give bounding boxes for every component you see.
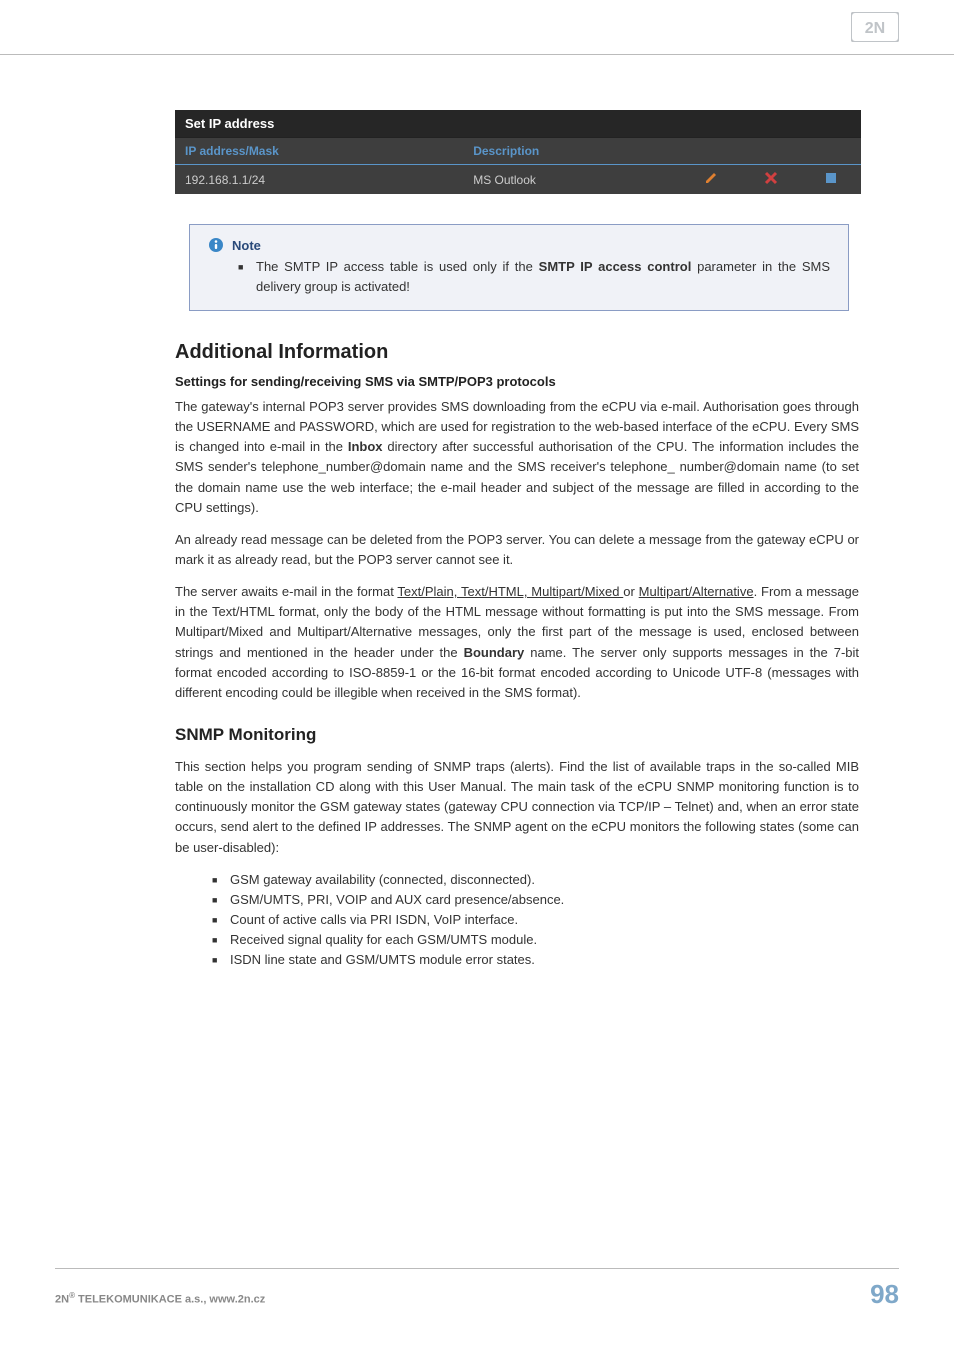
- list-item: GSM gateway availability (connected, dis…: [230, 870, 859, 890]
- paragraph-format: The server awaits e-mail in the format T…: [175, 582, 859, 703]
- page-header: 2N: [0, 0, 954, 55]
- note-box: Note The SMTP IP access table is used on…: [189, 224, 849, 311]
- list-item: Received signal quality for each GSM/UMT…: [230, 930, 859, 950]
- list-item: GSM/UMTS, PRI, VOIP and AUX card presenc…: [230, 890, 859, 910]
- stop-icon[interactable]: [801, 165, 861, 195]
- svg-text:2N: 2N: [865, 20, 885, 37]
- table-title: Set IP address: [175, 110, 861, 138]
- page-content: Set IP address IP address/Mask Descripti…: [175, 110, 859, 970]
- states-list: GSM gateway availability (connected, dis…: [175, 870, 859, 971]
- ip-address-value: 192.168.1.1/24: [175, 165, 463, 195]
- paragraph-snmp: This section helps you program sending o…: [175, 757, 859, 858]
- description-value: MS Outlook: [463, 165, 681, 195]
- note-item: The SMTP IP access table is used only if…: [256, 257, 830, 296]
- note-title: Note: [208, 237, 830, 253]
- set-ip-address-table: Set IP address IP address/Mask Descripti…: [175, 110, 861, 194]
- footer-company: 2N® TELEKOMUNIKACE a.s., www.2n.cz: [55, 1291, 265, 1306]
- logo-2n: 2N: [851, 12, 899, 45]
- heading-snmp: SNMP Monitoring: [175, 725, 859, 745]
- heading-additional-information: Additional Information: [175, 341, 859, 364]
- heading-settings: Settings for sending/receiving SMS via S…: [175, 374, 859, 389]
- table-row: 192.168.1.1/24 MS Outlook: [175, 165, 861, 195]
- page-footer: 2N® TELEKOMUNIKACE a.s., www.2n.cz 98: [55, 1268, 899, 1310]
- info-icon: [208, 237, 224, 253]
- paragraph-read-message: An already read message can be deleted f…: [175, 530, 859, 570]
- page-number: 98: [870, 1279, 899, 1310]
- list-item: ISDN line state and GSM/UMTS module erro…: [230, 950, 859, 970]
- table-header-ip: IP address/Mask: [175, 138, 463, 165]
- note-label: Note: [232, 238, 261, 253]
- edit-icon[interactable]: [681, 165, 741, 195]
- paragraph-pop3: The gateway's internal POP3 server provi…: [175, 397, 859, 518]
- table-header-description: Description: [463, 138, 681, 165]
- delete-icon[interactable]: [741, 165, 801, 195]
- list-item: Count of active calls via PRI ISDN, VoIP…: [230, 910, 859, 930]
